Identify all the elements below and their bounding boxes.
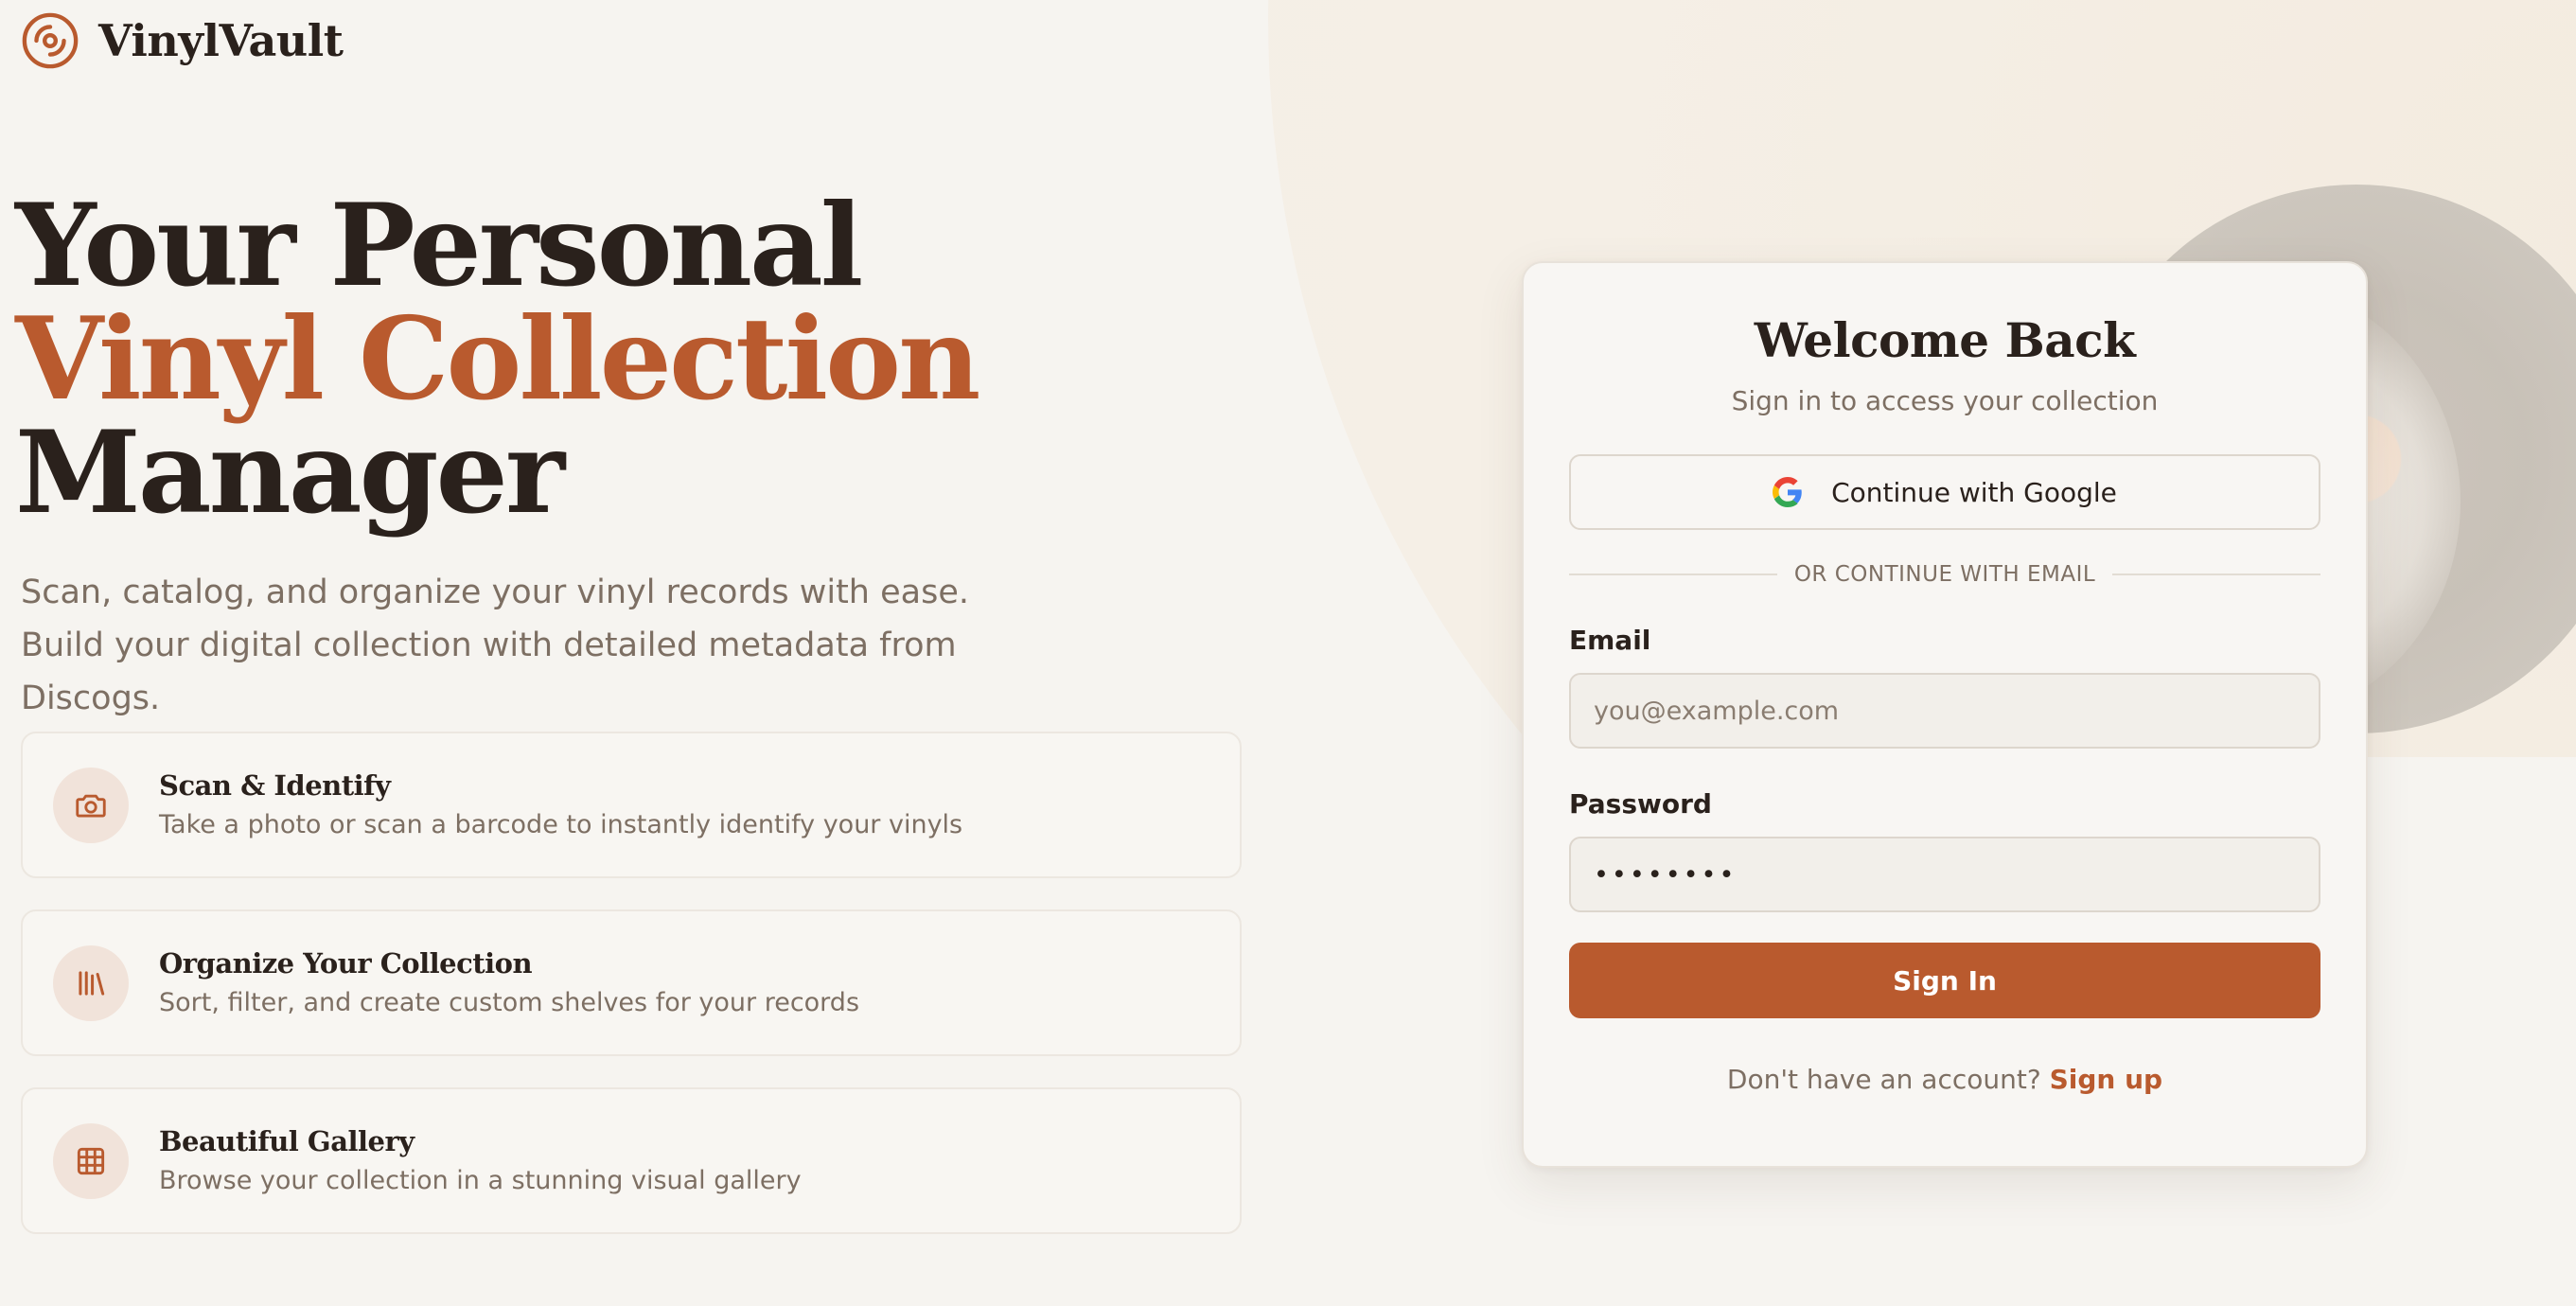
hero: Your Personal Vinyl Collection Manager S… <box>15 189 1226 725</box>
divider-label: OR CONTINUE WITH EMAIL <box>1793 562 2096 587</box>
hero-title-line2: Vinyl Collection <box>15 292 980 426</box>
brand[interactable]: VinylVault <box>21 11 344 70</box>
feature-card-scan: Scan & Identify Take a photo or scan a b… <box>21 732 1242 878</box>
signup-link[interactable]: Sign up <box>2050 1064 2162 1095</box>
hero-subtitle: Scan, catalog, and organize your vinyl r… <box>21 574 969 717</box>
feature-card-organize: Organize Your Collection Sort, filter, a… <box>21 909 1242 1056</box>
email-field[interactable] <box>1569 673 2320 749</box>
feature-description: Sort, filter, and create custom shelves … <box>159 987 860 1017</box>
feature-title: Organize Your Collection <box>159 946 533 980</box>
camera-icon <box>53 767 129 843</box>
feature-title: Beautiful Gallery <box>159 1124 415 1157</box>
brand-name: VinylVault <box>98 15 344 66</box>
library-icon <box>53 944 129 1021</box>
divider-line <box>1569 574 1777 575</box>
google-button-label: Continue with Google <box>1831 476 2117 508</box>
signin-button[interactable]: Sign In <box>1569 943 2320 1018</box>
feature-description: Take a photo or scan a barcode to instan… <box>159 809 963 839</box>
hero-title-line3: Manager <box>15 406 565 539</box>
divider: OR CONTINUE WITH EMAIL <box>1569 562 2320 587</box>
hero-title: Your Personal Vinyl Collection Manager <box>15 189 1226 530</box>
google-icon <box>1773 477 1802 507</box>
feature-title: Scan & Identify <box>159 768 391 802</box>
hero-title-line1: Your Personal <box>15 179 863 312</box>
login-title: Welcome Back <box>1754 312 2136 368</box>
password-label: Password <box>1569 788 1712 820</box>
password-field[interactable] <box>1569 837 2320 912</box>
signup-prompt: Don't have an account? <box>1726 1064 2050 1095</box>
feature-description: Browse your collection in a stunning vis… <box>159 1165 802 1195</box>
divider-line <box>2112 574 2320 575</box>
feature-list: Scan & Identify Take a photo or scan a b… <box>21 732 1242 1265</box>
email-label: Email <box>1569 625 1651 656</box>
feature-card-gallery: Beautiful Gallery Browse your collection… <box>21 1087 1242 1234</box>
login-subtitle: Sign in to access your collection <box>1731 385 2159 416</box>
grid-icon <box>53 1122 129 1199</box>
login-card: Welcome Back Sign in to access your coll… <box>1522 261 2368 1168</box>
google-signin-button[interactable]: Continue with Google <box>1569 454 2320 530</box>
disc-icon <box>22 12 79 69</box>
signup-row: Don't have an account? Sign up <box>1569 1064 2320 1095</box>
